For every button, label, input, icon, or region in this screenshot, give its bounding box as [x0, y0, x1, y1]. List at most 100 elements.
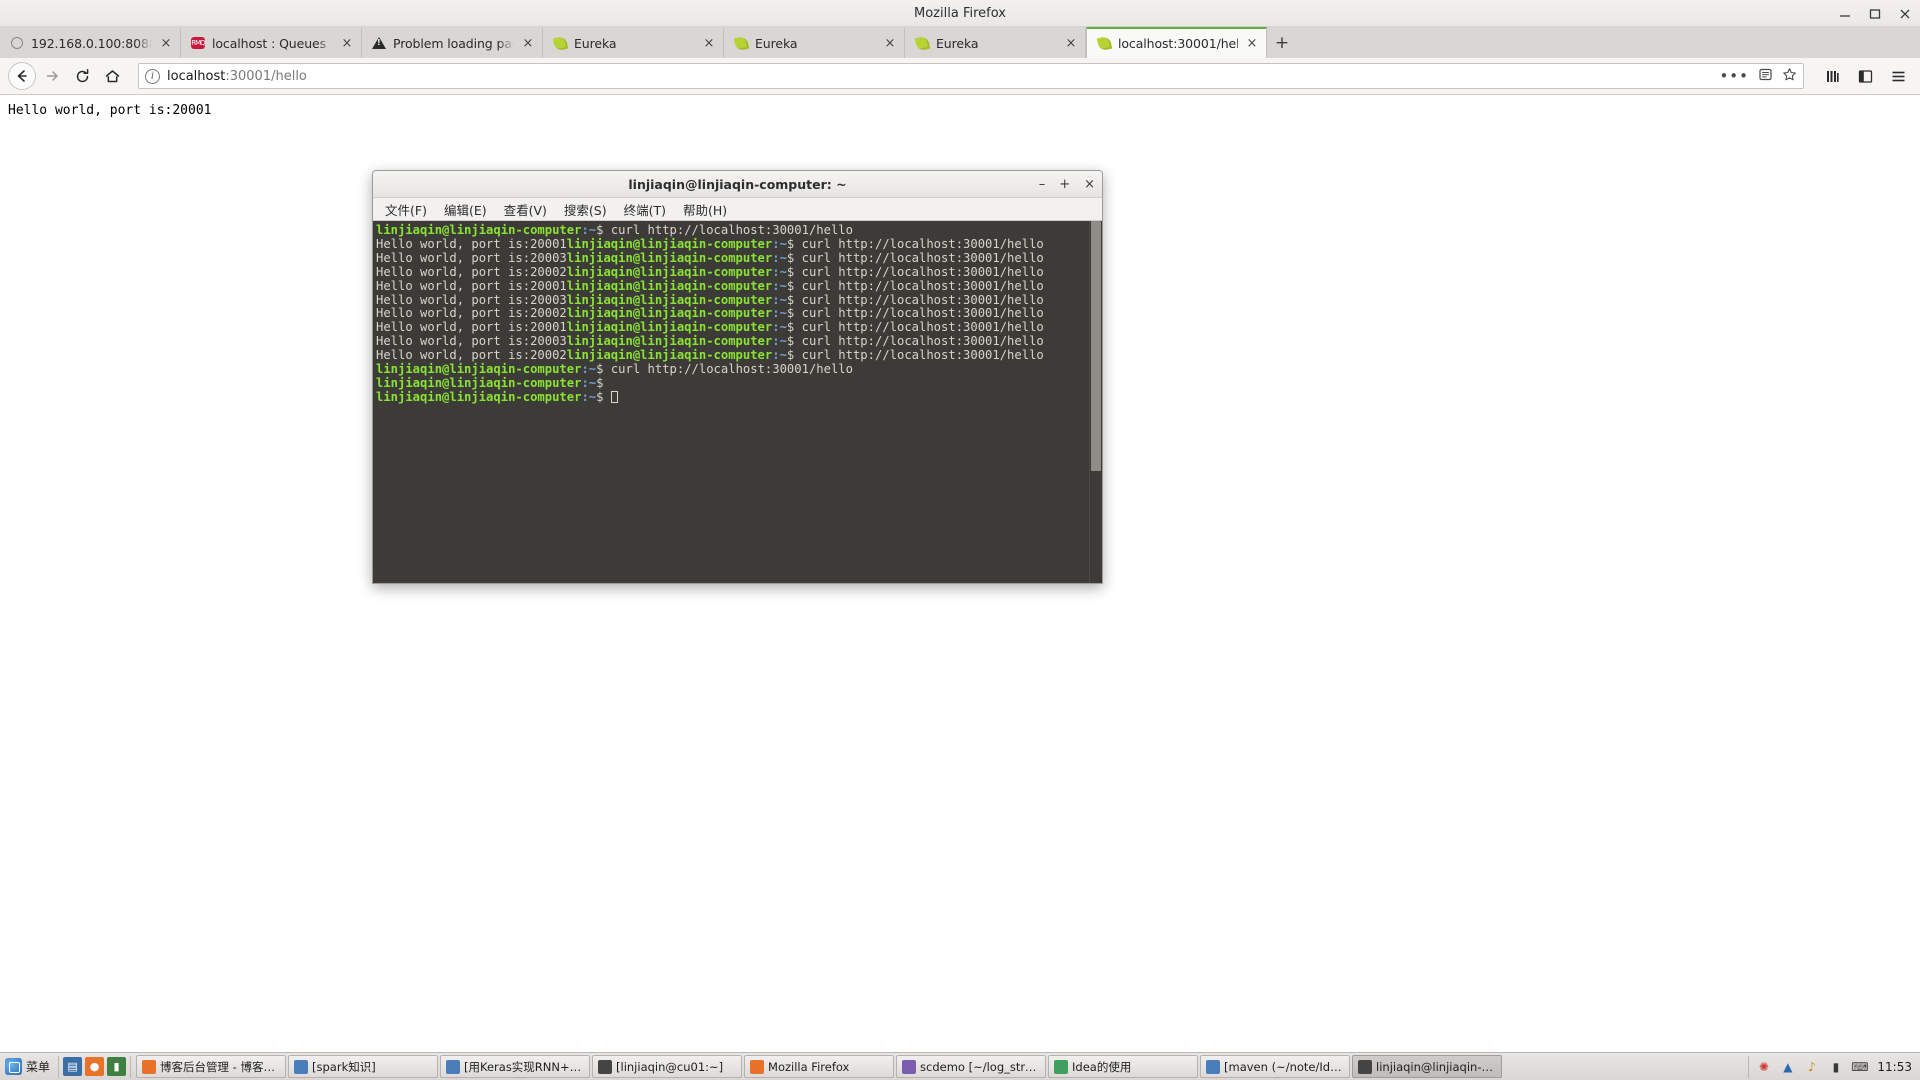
- taskbar-task-4[interactable]: Mozilla Firefox: [744, 1055, 895, 1078]
- library-icon[interactable]: [1818, 62, 1846, 90]
- firefox-icon[interactable]: ●: [85, 1057, 105, 1076]
- start-menu-button[interactable]: 菜单: [2, 1055, 56, 1079]
- new-tab-button[interactable]: +: [1267, 28, 1297, 58]
- star-icon[interactable]: [1782, 67, 1797, 86]
- menu-terminal[interactable]: 终端(T): [618, 198, 672, 221]
- browser-toolbar-right: [1814, 62, 1912, 90]
- start-menu-label: 菜单: [26, 1060, 51, 1074]
- sidebar-icon[interactable]: [1851, 62, 1879, 90]
- tab-close-icon[interactable]: ×: [701, 35, 717, 51]
- back-button[interactable]: [8, 62, 36, 90]
- terminal-minimize-icon[interactable]: –: [1039, 178, 1046, 191]
- url-path: :30001/hello: [225, 68, 307, 84]
- taskbar-task-icon: [1054, 1059, 1069, 1074]
- taskbar-task-label: Mozilla Firefox: [768, 1059, 850, 1074]
- menu-edit[interactable]: 编辑(E): [438, 198, 493, 221]
- browser-titlebar: Mozilla Firefox: [0, 0, 1920, 27]
- files-icon[interactable]: ▤: [63, 1057, 83, 1076]
- taskbar-task-icon: [1206, 1059, 1221, 1074]
- maximize-icon[interactable]: [1868, 7, 1882, 21]
- taskbar-task-icon: [902, 1059, 917, 1074]
- network-icon[interactable]: ▲: [1779, 1058, 1796, 1075]
- browser-nav-toolbar: i localhost:30001/hello •••: [0, 58, 1920, 95]
- terminal-scrollbar[interactable]: [1089, 221, 1102, 583]
- tab-close-icon[interactable]: ×: [520, 35, 536, 51]
- menu-search[interactable]: 搜索(S): [558, 198, 613, 221]
- forward-button[interactable]: [38, 62, 66, 90]
- terminal-output[interactable]: linjiaqin@linjiaqin-computer:~$ curl htt…: [373, 221, 1089, 583]
- taskbar-task-8[interactable]: linjiaqin@linjiaqin-co...: [1352, 1055, 1503, 1078]
- taskbar-task-label: Idea的使用: [1072, 1059, 1132, 1074]
- tab-close-icon[interactable]: ×: [1244, 36, 1260, 52]
- browser-tab-1[interactable]: RMQ localhost : Queues ×: [181, 28, 362, 58]
- terminal-window-title: linjiaqin@linjiaqin-computer: ~: [628, 176, 847, 192]
- reload-button[interactable]: [68, 62, 96, 90]
- browser-tab-3[interactable]: Eureka ×: [543, 28, 724, 58]
- terminal-line: Hello world, port is:20003linjiaqin@linj…: [376, 250, 1044, 265]
- taskbar-task-label: 博客后台管理 - 博客园...: [160, 1059, 281, 1074]
- tab-label: Eureka: [755, 35, 876, 51]
- taskbar-task-icon: [446, 1059, 461, 1074]
- page-body-text: Hello world, port is:20001: [8, 103, 212, 118]
- terminal-maximize-icon[interactable]: +: [1059, 178, 1070, 191]
- info-circle-icon[interactable]: i: [145, 68, 160, 84]
- tab-label: localhost : Queues: [212, 35, 333, 51]
- browser-tab-6-active[interactable]: localhost:30001/hello ×: [1086, 27, 1267, 58]
- battery-icon[interactable]: ▮: [1827, 1058, 1844, 1075]
- terminal-line: linjiaqin@linjiaqin-computer:~$: [376, 375, 611, 390]
- taskbar-task-label: [用Keras实现RNN+LS...: [464, 1059, 585, 1074]
- leaf-icon: [1096, 35, 1112, 52]
- taskbar-task-icon: [294, 1059, 309, 1074]
- home-button[interactable]: [98, 62, 126, 90]
- menu-help[interactable]: 帮助(H): [677, 198, 733, 221]
- terminal-titlebar[interactable]: linjiaqin@linjiaqin-computer: ~ – + ×: [373, 171, 1102, 198]
- terminal-body[interactable]: linjiaqin@linjiaqin-computer:~$ curl htt…: [373, 221, 1102, 583]
- browser-tab-4[interactable]: Eureka ×: [724, 28, 905, 58]
- taskbar-task-0[interactable]: 博客后台管理 - 博客园...: [136, 1055, 287, 1078]
- tab-label: localhost:30001/hello: [1118, 36, 1238, 51]
- taskbar-task-7[interactable]: [maven (~/note/Idea...: [1200, 1055, 1351, 1078]
- tab-close-icon[interactable]: ×: [339, 35, 355, 51]
- reader-mode-icon[interactable]: [1758, 67, 1773, 86]
- hamburger-menu-icon[interactable]: [1884, 62, 1912, 90]
- tab-close-icon[interactable]: ×: [158, 35, 174, 51]
- tab-close-icon[interactable]: ×: [1063, 35, 1079, 51]
- quick-launch-bar: ▤ ● ▮: [58, 1055, 132, 1078]
- browser-window-controls: [1838, 0, 1912, 27]
- tab-label: 192.168.0.100:8088/jmx?: [31, 35, 152, 51]
- bug-icon[interactable]: ✺: [1755, 1058, 1772, 1075]
- terminal-close-icon[interactable]: ×: [1084, 178, 1095, 191]
- browser-tab-0[interactable]: 192.168.0.100:8088/jmx? ×: [0, 28, 181, 58]
- taskbar-task-icon: [750, 1059, 765, 1074]
- keyboard-icon[interactable]: ⌨: [1851, 1058, 1868, 1075]
- taskbar-task-2[interactable]: [用Keras实现RNN+LS...: [440, 1055, 591, 1078]
- menu-view[interactable]: 查看(V): [498, 198, 553, 221]
- browser-tab-5[interactable]: Eureka ×: [905, 28, 1086, 58]
- tab-label: Eureka: [574, 35, 695, 51]
- tab-label: Eureka: [936, 35, 1057, 51]
- url-bar[interactable]: i localhost:30001/hello •••: [138, 63, 1804, 89]
- menu-file[interactable]: 文件(F): [379, 198, 433, 221]
- tab-close-icon[interactable]: ×: [882, 35, 898, 51]
- taskbar-task-icon: [142, 1059, 157, 1074]
- browser-tab-2[interactable]: Problem loading page ×: [362, 28, 543, 58]
- close-icon[interactable]: [1898, 7, 1912, 21]
- globe-icon: [9, 35, 25, 51]
- terminal-window[interactable]: linjiaqin@linjiaqin-computer: ~ – + × 文件…: [372, 170, 1103, 584]
- taskbar-task-5[interactable]: scdemo [~/log_strea...: [896, 1055, 1047, 1078]
- taskbar-task-3[interactable]: [linjiaqin@cu01:~]: [592, 1055, 743, 1078]
- leaf-icon: [914, 35, 930, 51]
- terminal-scrollbar-thumb[interactable]: [1091, 221, 1101, 471]
- page-actions-icon[interactable]: •••: [1719, 68, 1749, 83]
- taskbar-task-1[interactable]: [spark知识]: [288, 1055, 439, 1078]
- volume-icon[interactable]: ♪: [1803, 1058, 1820, 1075]
- taskbar-task-label: linjiaqin@linjiaqin-co...: [1376, 1059, 1497, 1074]
- taskbar-task-icon: [598, 1059, 613, 1074]
- taskbar-task-6[interactable]: Idea的使用: [1048, 1055, 1199, 1078]
- taskbar-task-label: scdemo [~/log_strea...: [920, 1059, 1041, 1074]
- tab-label: Problem loading page: [393, 35, 514, 51]
- terminal-line: Hello world, port is:20003linjiaqin@linj…: [376, 334, 1044, 349]
- warning-icon: [371, 35, 387, 51]
- minimize-icon[interactable]: [1838, 7, 1852, 21]
- folder-icon[interactable]: ▮: [107, 1057, 127, 1076]
